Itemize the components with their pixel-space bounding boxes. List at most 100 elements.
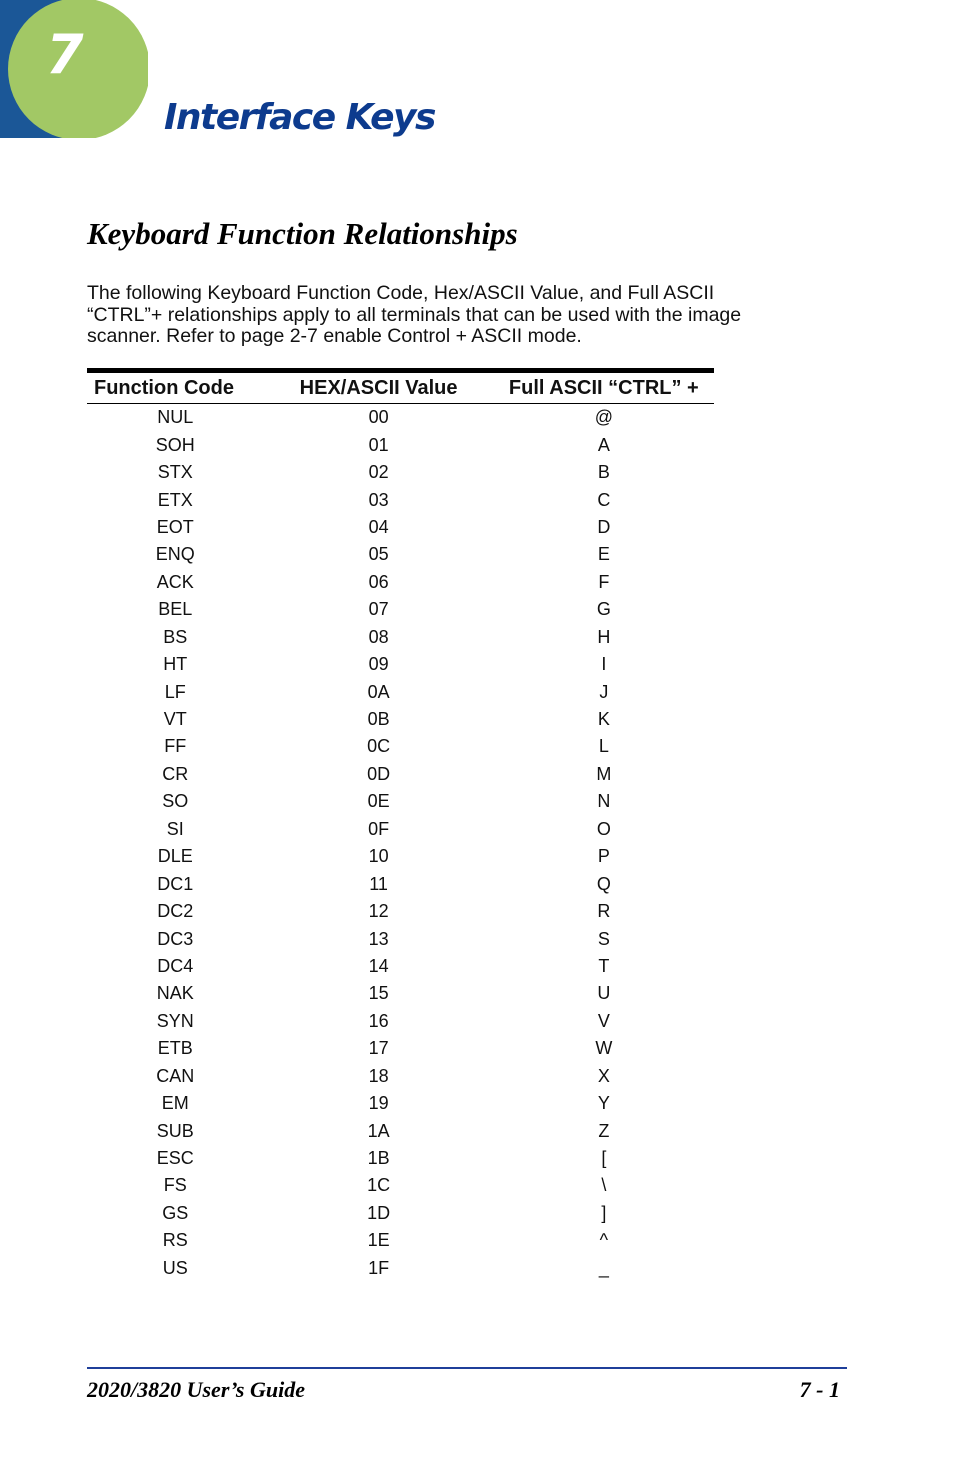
cell-ctrl-char: T bbox=[598, 955, 610, 976]
table-row: BEL 07 G bbox=[87, 596, 714, 623]
cell-ctrl-char: Y bbox=[597, 1093, 610, 1114]
table-header-row: Function Code HEX/ASCII Value Full ASCII… bbox=[87, 368, 714, 404]
cell-function-code: DLE bbox=[157, 846, 193, 867]
cell-hex-value: 05 bbox=[368, 544, 389, 565]
cell-function-code: STX bbox=[157, 462, 193, 483]
table-row: SYN 16 V bbox=[87, 1008, 714, 1035]
table-row: ESC 1B [ bbox=[87, 1145, 714, 1172]
table-row: ENQ 05 E bbox=[87, 541, 714, 568]
table-row: SOH 01 A bbox=[87, 431, 714, 458]
header-hex-ascii: HEX/ASCII Value bbox=[263, 368, 494, 404]
cell-function-code: ETX bbox=[157, 489, 193, 510]
cell-ctrl-char: Q bbox=[596, 873, 611, 894]
cell-hex-value: 00 bbox=[368, 407, 389, 428]
cell-function-code: CR bbox=[162, 763, 189, 784]
cell-ctrl-char: \ bbox=[601, 1175, 607, 1196]
cell-hex-value: 12 bbox=[368, 901, 389, 922]
table-row: FS 1C \ bbox=[87, 1172, 714, 1199]
cell-hex-value: 0F bbox=[368, 818, 390, 839]
intro-line: “CTRL”+ relationships apply to all termi… bbox=[87, 303, 742, 326]
cell-ctrl-char: P bbox=[597, 846, 610, 867]
section-heading: Keyboard Function Relationships bbox=[87, 216, 518, 251]
cell-function-code: NAK bbox=[156, 983, 194, 1004]
table-row: STX 02 B bbox=[87, 459, 714, 486]
cell-function-code: FF bbox=[164, 736, 187, 757]
intro-paragraph: The following Keyboard Function Code, He… bbox=[87, 282, 847, 348]
cell-ctrl-char: L bbox=[598, 736, 609, 757]
cell-ctrl-char: [ bbox=[601, 1148, 607, 1169]
cell-function-code: ETB bbox=[157, 1038, 193, 1059]
cell-function-code: HT bbox=[163, 654, 188, 675]
table-row: ETB 17 W bbox=[87, 1035, 714, 1062]
cell-ctrl-char: H bbox=[597, 626, 611, 647]
table-row: VT 0B K bbox=[87, 706, 714, 733]
cell-hex-value: 11 bbox=[369, 873, 388, 894]
cell-ctrl-char: C bbox=[597, 489, 611, 510]
cell-hex-value: 03 bbox=[368, 489, 389, 510]
cell-ctrl-char: F bbox=[598, 571, 610, 592]
cell-hex-value: 17 bbox=[368, 1038, 389, 1059]
cell-function-code: SOH bbox=[155, 434, 195, 455]
table-row: RS 1E ^ bbox=[87, 1227, 714, 1254]
table-row: BS 08 H bbox=[87, 624, 714, 651]
table-row: CR 0D M bbox=[87, 761, 714, 788]
cell-function-code: EOT bbox=[156, 516, 194, 537]
cell-ctrl-char: N bbox=[597, 791, 611, 812]
cell-hex-value: 1A bbox=[367, 1120, 390, 1141]
cell-ctrl-char: _ bbox=[598, 1257, 609, 1278]
cell-function-code: DC1 bbox=[157, 873, 194, 894]
cell-function-code: EM bbox=[161, 1093, 189, 1114]
table-row: DC4 14 T bbox=[87, 953, 714, 980]
cell-function-code: NUL bbox=[157, 407, 194, 428]
cell-function-code: DC4 bbox=[157, 955, 194, 976]
cell-function-code: DC2 bbox=[157, 901, 194, 922]
table-row: GS 1D] bbox=[87, 1200, 714, 1227]
cell-hex-value: 0E bbox=[367, 791, 390, 812]
table-row: NAK 15 U bbox=[87, 980, 714, 1007]
cell-hex-value: 06 bbox=[368, 571, 389, 592]
cell-function-code: ACK bbox=[156, 571, 194, 592]
cell-hex-value: 15 bbox=[368, 983, 389, 1004]
chapter-title: Interface Keys bbox=[164, 97, 436, 138]
cell-function-code: FS bbox=[163, 1175, 187, 1196]
table-row: CAN 18 X bbox=[87, 1063, 714, 1090]
cell-ctrl-char: R bbox=[597, 901, 611, 922]
cell-hex-value: 0B bbox=[367, 709, 390, 730]
cell-hex-value: 08 bbox=[368, 626, 389, 647]
cell-hex-value: 1D bbox=[367, 1202, 391, 1223]
cell-function-code: VT bbox=[163, 709, 187, 730]
cell-function-code: BS bbox=[163, 626, 188, 647]
cell-ctrl-char: O bbox=[596, 818, 611, 839]
table-row: FF 0C L bbox=[87, 733, 714, 760]
cell-function-code: ESC bbox=[156, 1148, 194, 1169]
cell-function-code: ENQ bbox=[155, 544, 195, 565]
cell-ctrl-char: S bbox=[597, 928, 610, 949]
cell-hex-value: 1E bbox=[367, 1230, 390, 1251]
cell-hex-value: 0C bbox=[367, 736, 391, 757]
cell-ctrl-char: I bbox=[601, 654, 607, 675]
header-function-code: Function Code bbox=[87, 368, 264, 404]
table-body: NUL 00 @ SOH 01 A STX 02 B ETX 03 C EOT 04 D ENQ 05 E ACK 0… bbox=[87, 404, 714, 1283]
table-row: LF 0A J bbox=[87, 678, 714, 705]
header-full-ascii-ctrl: Full ASCII “CTRL” + bbox=[493, 368, 714, 404]
table-row: US 1F _ bbox=[87, 1255, 714, 1282]
footer-divider bbox=[87, 1367, 847, 1369]
table-row: EM 19 Y bbox=[87, 1090, 714, 1117]
cell-hex-value: 01 bbox=[368, 434, 389, 455]
cell-ctrl-char: @ bbox=[594, 407, 613, 428]
table-row: ACK 06 F bbox=[87, 569, 714, 596]
cell-hex-value: 0A bbox=[367, 681, 390, 702]
cell-hex-value: 19 bbox=[368, 1093, 389, 1114]
table-row: DC1 11 Q bbox=[87, 870, 714, 897]
cell-function-code: LF bbox=[164, 681, 186, 702]
cell-hex-value: 04 bbox=[368, 516, 389, 537]
cell-function-code: GS bbox=[162, 1202, 189, 1223]
cell-ctrl-char: G bbox=[596, 599, 611, 620]
cell-hex-value: 1F bbox=[368, 1257, 390, 1278]
keyboard-function-table: Function Code HEX/ASCII Value Full ASCII… bbox=[87, 368, 714, 1282]
cell-ctrl-char: ] bbox=[601, 1202, 607, 1223]
cell-hex-value: 13 bbox=[368, 928, 389, 949]
cell-ctrl-char: B bbox=[597, 462, 610, 483]
cell-ctrl-char: M bbox=[596, 763, 612, 784]
cell-function-code: SI bbox=[166, 818, 184, 839]
